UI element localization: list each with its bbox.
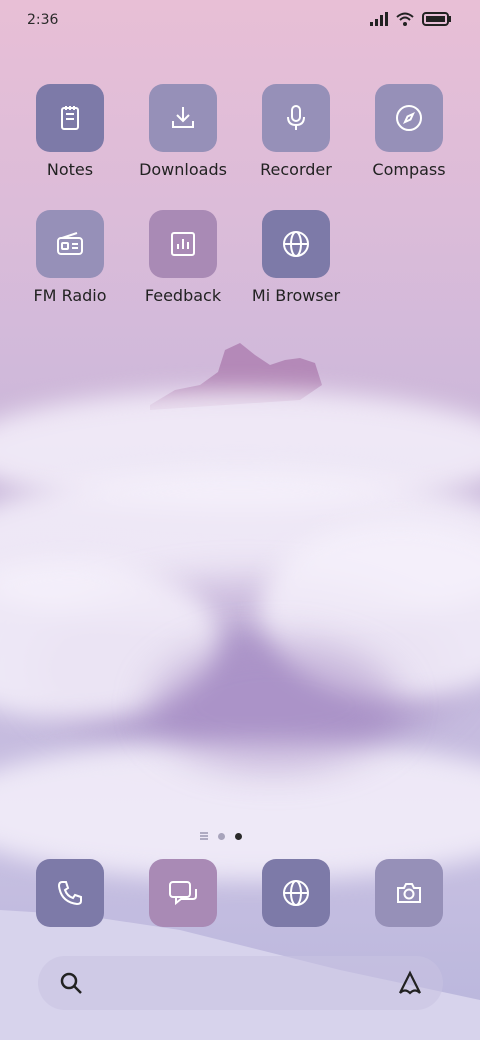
compass-tile [375,84,443,152]
wifi-icon [396,12,414,26]
app-recorder[interactable]: Recorder [246,84,346,179]
assistant-icon[interactable] [395,968,425,998]
radio-icon [57,232,83,255]
status-bar: 2:36 [0,0,480,42]
camera-icon [397,883,421,903]
globe-icon [283,880,309,906]
downloads-tile [149,84,217,152]
status-time: 2:36 [27,12,59,28]
app-compass[interactable]: Compass [359,84,459,179]
page-dot-active[interactable] [235,832,242,840]
app-downloads[interactable]: Downloads [133,84,233,179]
dock-browser[interactable] [262,859,330,927]
messages-icon [169,881,197,906]
bar-chart-icon [171,232,195,256]
app-mi-browser[interactable]: Mi Browser [246,210,346,305]
app-label: Notes [46,160,94,179]
app-label: Compass [372,160,446,179]
recorder-tile [262,84,330,152]
compass-icon [396,105,422,131]
page-dot[interactable] [218,832,225,840]
app-label: FM Radio [33,286,107,305]
app-feedback[interactable]: Feedback [133,210,233,305]
signal-icon [370,12,388,26]
dock-phone[interactable] [36,859,104,927]
notes-tile [36,84,104,152]
phone-icon [57,881,82,906]
app-label: Mi Browser [251,286,341,305]
download-icon [172,107,194,128]
app-label: Recorder [260,160,332,179]
dock-messages[interactable] [149,859,217,927]
search-icon [60,972,82,994]
page-indicator[interactable] [200,830,250,842]
app-notes[interactable]: Notes [20,84,120,179]
battery-icon [422,12,451,26]
app-label: Downloads [139,160,227,179]
feedback-tile [149,210,217,278]
microphone-icon [287,105,305,130]
dock-camera[interactable] [375,859,443,927]
app-fm-radio[interactable]: FM Radio [20,210,120,305]
globe-icon [283,231,309,257]
page-list-icon [200,832,208,840]
notes-icon [61,106,79,130]
fm-radio-tile [36,210,104,278]
mi-browser-tile [262,210,330,278]
app-label: Feedback [144,286,222,305]
search-bar[interactable] [38,956,443,1010]
